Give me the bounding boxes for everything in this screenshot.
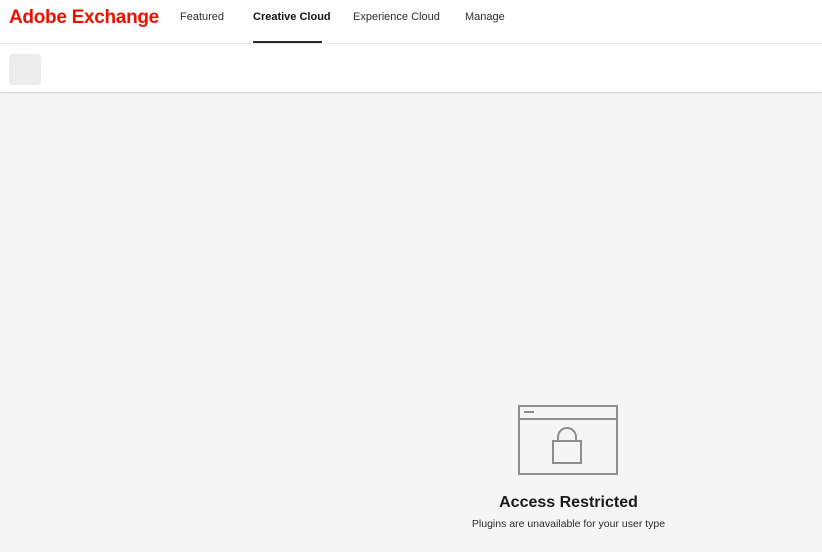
access-restricted-title: Access Restricted bbox=[499, 494, 638, 511]
brand-logo[interactable]: Adobe Exchange bbox=[9, 7, 159, 29]
top-navigation-bar: Adobe Exchange Featured Creative Cloud E… bbox=[0, 0, 822, 44]
toolbar-placeholder-button[interactable] bbox=[9, 54, 41, 85]
nav-item-experience-cloud[interactable]: Experience Cloud bbox=[353, 0, 440, 43]
access-restricted-message: Plugins are unavailable for your user ty… bbox=[471, 518, 666, 530]
nav-item-featured[interactable]: Featured bbox=[180, 0, 224, 43]
nav-item-creative-cloud[interactable]: Creative Cloud bbox=[253, 0, 331, 43]
nav-item-manage[interactable]: Manage bbox=[465, 0, 505, 43]
access-restricted-panel: Access Restricted Plugins are unavailabl… bbox=[440, 405, 697, 530]
secondary-toolbar bbox=[0, 44, 822, 93]
browser-lock-icon bbox=[517, 405, 618, 475]
